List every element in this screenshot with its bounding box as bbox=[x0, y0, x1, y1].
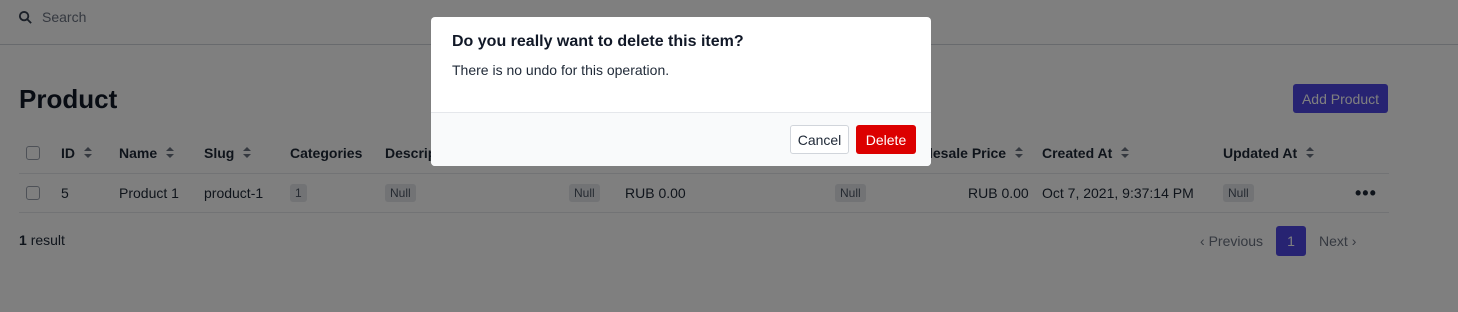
dialog-footer: Cancel Delete bbox=[431, 112, 931, 166]
delete-confirmation-dialog: Do you really want to delete this item? … bbox=[431, 17, 931, 166]
cancel-button[interactable]: Cancel bbox=[790, 125, 849, 154]
dialog-message: There is no undo for this operation. bbox=[452, 62, 670, 78]
dialog-title: Do you really want to delete this item? bbox=[452, 33, 744, 50]
delete-button[interactable]: Delete bbox=[856, 125, 916, 154]
